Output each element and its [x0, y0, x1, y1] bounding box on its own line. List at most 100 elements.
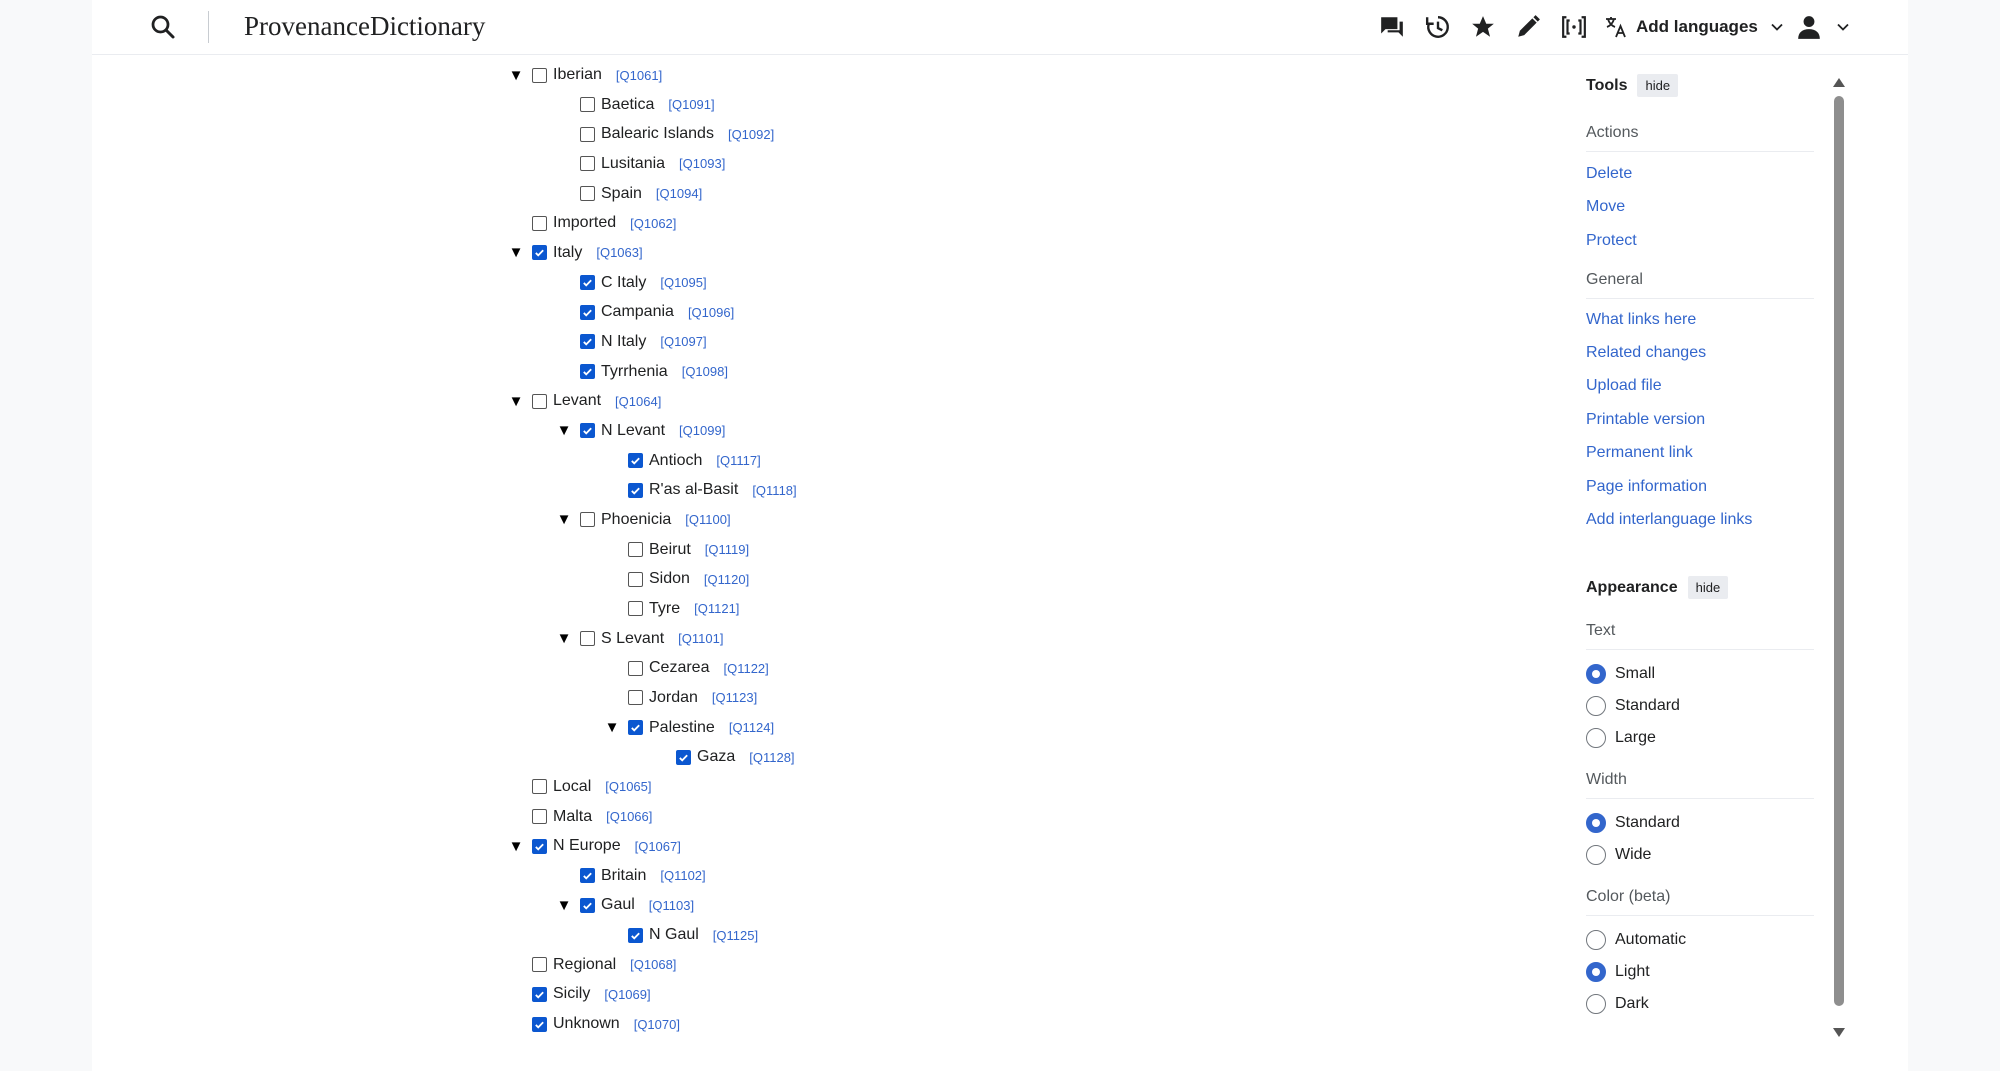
tree-node-checkbox[interactable] [580, 97, 595, 113]
tree-node-checkbox[interactable] [580, 126, 595, 142]
tree-node-checkbox[interactable] [580, 631, 595, 647]
add-interlanguage-links-link[interactable]: Add interlanguage links [1586, 511, 1752, 529]
tree-node-checkbox[interactable] [580, 897, 595, 913]
tree-node-checkbox[interactable] [532, 393, 547, 409]
tree-node-qid-link[interactable]: [Q1070] [634, 1017, 680, 1032]
user-menu-button[interactable] [1796, 13, 1850, 41]
tree-node-checkbox[interactable] [628, 720, 643, 736]
tree-node-qid-link[interactable]: [Q1066] [606, 809, 652, 824]
tree-node-checkbox[interactable] [532, 779, 547, 795]
what-links-here-link[interactable]: What links here [1586, 311, 1696, 329]
tree-node-label[interactable]: Tyre [649, 600, 680, 618]
tree-node-qid-link[interactable]: [Q1096] [688, 305, 734, 320]
tree-node-qid-link[interactable]: [Q1123] [712, 690, 757, 705]
discussion-button[interactable] [1378, 13, 1406, 41]
tree-node-qid-link[interactable]: [Q1094] [656, 186, 702, 201]
tree-node-checkbox[interactable] [580, 275, 595, 291]
tree-node-qid-link[interactable]: [Q1061] [616, 68, 662, 83]
edit-source-button[interactable] [1560, 13, 1588, 41]
radio-circle[interactable] [1586, 994, 1606, 1014]
tree-node-label[interactable]: R'as al-Basit [649, 481, 738, 499]
tree-node-label[interactable]: Gaul [601, 896, 635, 914]
tree-node-qid-link[interactable]: [Q1120] [704, 572, 749, 587]
tree-node-label[interactable]: Antioch [649, 452, 702, 470]
width-radio-wide[interactable]: Wide [1586, 845, 1651, 865]
tree-node-qid-link[interactable]: [Q1102] [660, 868, 705, 883]
tree-node-qid-link[interactable]: [Q1128] [749, 750, 794, 765]
color-radio-light[interactable]: Light [1586, 962, 1650, 982]
tree-node-qid-link[interactable]: [Q1069] [604, 987, 650, 1002]
tree-node-checkbox[interactable] [532, 838, 547, 854]
tree-node-checkbox[interactable] [628, 571, 643, 587]
tree-node-label[interactable]: C Italy [601, 274, 646, 292]
tree-node-checkbox[interactable] [532, 986, 547, 1002]
tree-node-qid-link[interactable]: [Q1124] [729, 720, 774, 735]
tree-node-qid-link[interactable]: [Q1098] [682, 364, 728, 379]
related-changes-link[interactable]: Related changes [1586, 344, 1706, 362]
tree-node-label[interactable]: Gaza [697, 748, 735, 766]
tree-node-qid-link[interactable]: [Q1092] [728, 127, 774, 142]
tree-node-checkbox[interactable] [532, 809, 547, 824]
tree-node-label[interactable]: Campania [601, 303, 674, 321]
text-size-radio-standard[interactable]: Standard [1586, 696, 1680, 716]
tree-node-label[interactable]: Levant [553, 392, 601, 410]
expand-toggle-icon[interactable]: ▼ [507, 837, 525, 855]
tree-node-qid-link[interactable]: [Q1118] [752, 483, 796, 498]
tree-node-qid-link[interactable]: [Q1068] [630, 957, 676, 972]
tree-node-label[interactable]: Baetica [601, 96, 654, 114]
tree-node-label[interactable]: Jordan [649, 689, 698, 707]
tree-node-checkbox[interactable] [628, 660, 643, 676]
tree-node-qid-link[interactable]: [Q1097] [660, 334, 706, 349]
expand-toggle-icon[interactable]: ▼ [507, 244, 525, 262]
tree-node-qid-link[interactable]: [Q1125] [713, 928, 758, 943]
printable-version-link[interactable]: Printable version [1586, 411, 1705, 429]
search-button[interactable] [148, 12, 178, 42]
tree-node-qid-link[interactable]: [Q1063] [596, 245, 642, 260]
move-link[interactable]: Move [1586, 198, 1625, 216]
tree-node-label[interactable]: N Italy [601, 333, 646, 351]
tree-node-qid-link[interactable]: [Q1095] [660, 275, 706, 290]
history-button[interactable] [1424, 13, 1452, 41]
expand-toggle-icon[interactable]: ▼ [555, 896, 573, 914]
tree-node-label[interactable]: Cezarea [649, 659, 709, 677]
tree-node-qid-link[interactable]: [Q1064] [615, 394, 661, 409]
tree-node-label[interactable]: N Levant [601, 422, 665, 440]
tree-node-checkbox[interactable] [532, 957, 547, 973]
watch-button[interactable] [1469, 13, 1497, 41]
radio-circle[interactable] [1586, 696, 1606, 716]
tree-node-qid-link[interactable]: [Q1100] [685, 512, 730, 527]
tree-node-label[interactable]: Lusitania [601, 155, 665, 173]
radio-circle[interactable] [1586, 845, 1606, 865]
tree-node-checkbox[interactable] [580, 364, 595, 380]
tree-node-label[interactable]: Tyrrhenia [601, 363, 668, 381]
tree-node-checkbox[interactable] [676, 749, 691, 765]
tree-node-checkbox[interactable] [628, 542, 643, 558]
tree-node-label[interactable]: Malta [553, 808, 592, 826]
page-information-link[interactable]: Page information [1586, 478, 1707, 496]
tree-node-qid-link[interactable]: [Q1062] [630, 216, 676, 231]
tree-node-checkbox[interactable] [532, 67, 547, 83]
scroll-thumb[interactable] [1834, 96, 1844, 1006]
tree-node-qid-link[interactable]: [Q1099] [679, 423, 725, 438]
tree-node-checkbox[interactable] [532, 215, 547, 231]
radio-circle[interactable] [1586, 728, 1606, 748]
tree-node-qid-link[interactable]: [Q1101] [678, 631, 723, 646]
tree-node-checkbox[interactable] [628, 601, 643, 617]
tree-node-label[interactable]: Regional [553, 956, 616, 974]
tree-node-checkbox[interactable] [532, 1016, 547, 1032]
tree-node-label[interactable]: Sidon [649, 570, 690, 588]
tree-node-label[interactable]: Phoenicia [601, 511, 671, 529]
tree-node-qid-link[interactable]: [Q1065] [605, 779, 651, 794]
tree-node-qid-link[interactable]: [Q1091] [668, 97, 714, 112]
expand-toggle-icon[interactable]: ▼ [555, 630, 573, 648]
tree-node-qid-link[interactable]: [Q1117] [716, 453, 760, 468]
tree-node-qid-link[interactable]: [Q1093] [679, 156, 725, 171]
radio-circle[interactable] [1586, 813, 1606, 833]
tree-node-label[interactable]: N Gaul [649, 926, 699, 944]
expand-toggle-icon[interactable]: ▼ [555, 422, 573, 440]
tree-node-checkbox[interactable] [628, 690, 643, 706]
tree-node-checkbox[interactable] [580, 868, 595, 884]
tree-node-label[interactable]: Imported [553, 214, 616, 232]
expand-toggle-icon[interactable]: ▼ [507, 392, 525, 410]
tree-node-qid-link[interactable]: [Q1067] [635, 839, 681, 854]
